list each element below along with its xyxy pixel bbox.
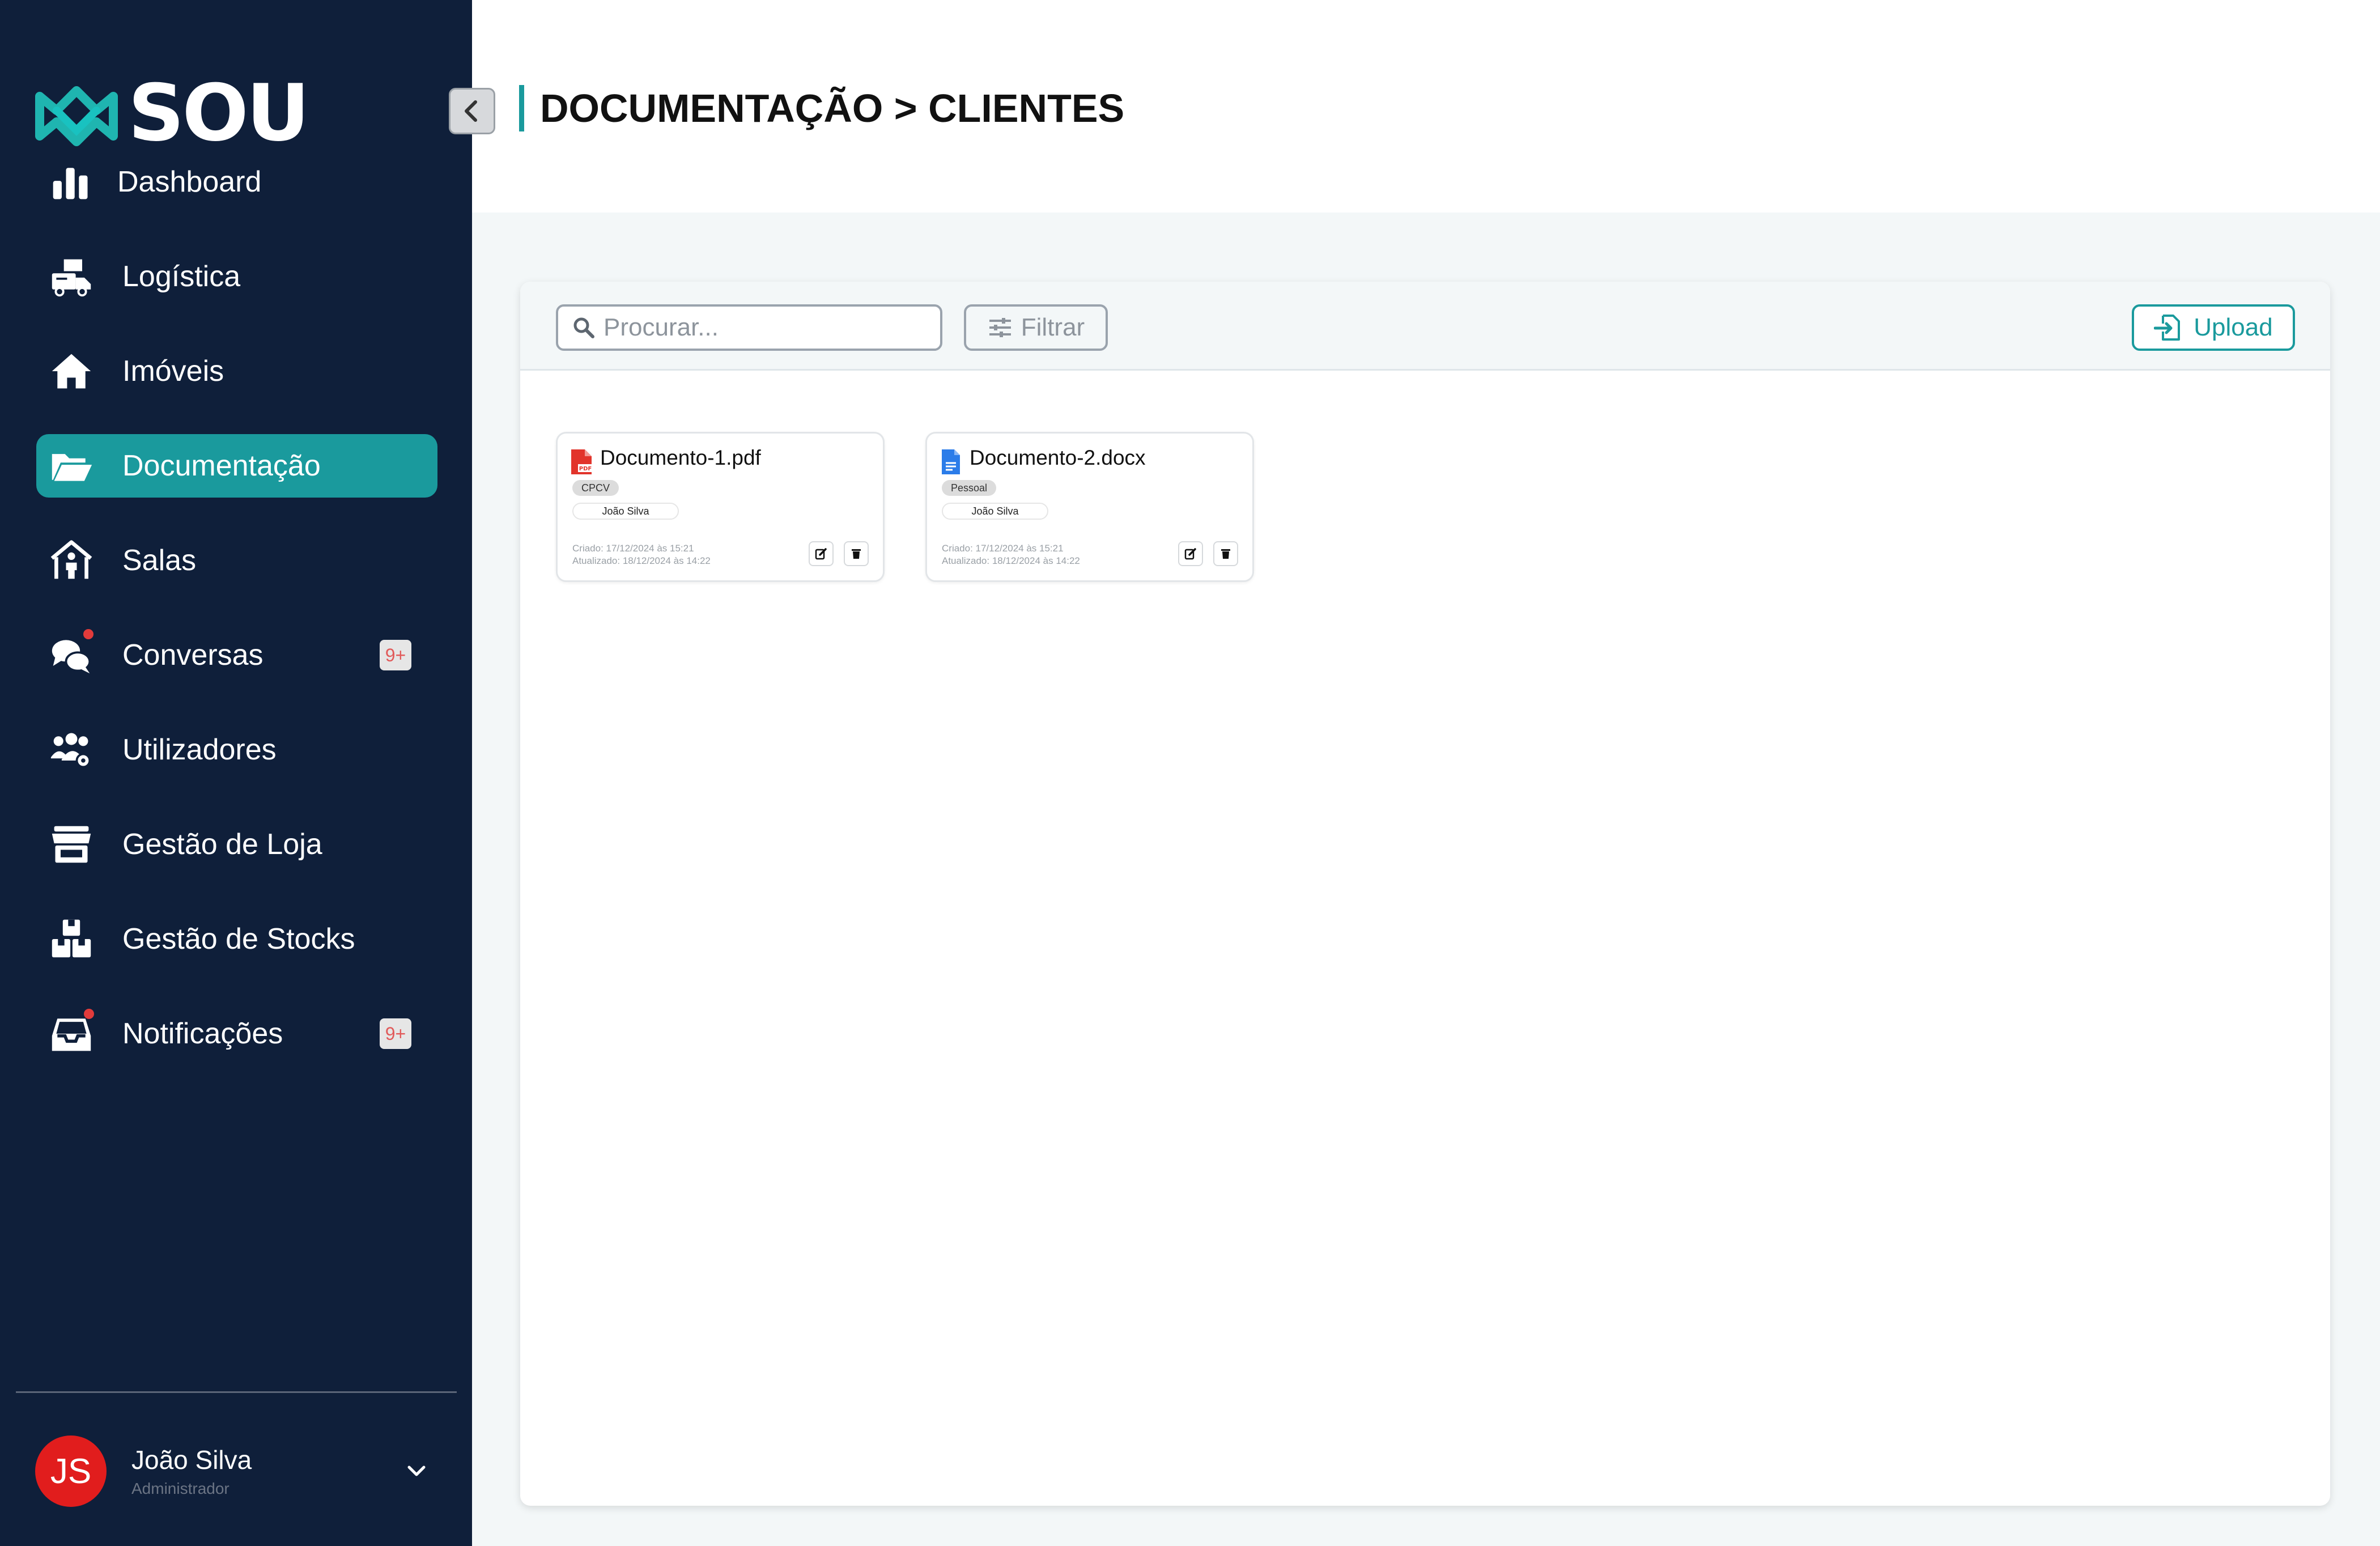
sidebar-item-dashboard[interactable]: Dashboard: [36, 150, 437, 214]
avatar: JS: [35, 1435, 107, 1507]
sidebar-item-gestao-de-stocks[interactable]: Gestão de Stocks: [36, 907, 437, 971]
chevron-down-icon[interactable]: [401, 1456, 432, 1486]
delete-button[interactable]: [1213, 541, 1238, 566]
sidebar-item-salas[interactable]: Salas: [36, 529, 437, 592]
sidebar-item-label: Logística: [122, 260, 241, 293]
logo-mark-icon: [35, 86, 118, 146]
sidebar-item-label: Imóveis: [122, 355, 224, 388]
sliders-icon: [989, 318, 1011, 337]
store-icon: [49, 822, 94, 867]
edit-icon: [1184, 548, 1196, 560]
sidebar-divider: [16, 1391, 457, 1393]
document-card[interactable]: Documento-2.docx Pessoal João Silva Cria…: [925, 432, 1254, 582]
search-box[interactable]: [556, 304, 942, 351]
edit-icon: [815, 548, 827, 560]
user-profile[interactable]: JS João Silva Administrador: [35, 1435, 432, 1507]
chat-icon: [49, 632, 94, 678]
document-tag: CPCV: [572, 480, 619, 496]
document-name: Documento-1.pdf: [600, 446, 761, 469]
document-card[interactable]: PDF Documento-1.pdf CPCV João Silva Cria…: [556, 432, 885, 582]
sidebar: SOU Dashboard Logística Imóveis Document…: [0, 0, 472, 1546]
sidebar-item-label: Documentação: [122, 449, 321, 482]
user-role: Administrador: [131, 1480, 230, 1497]
document-dates: Criado: 17/12/2024 às 15:21 Atualizado: …: [572, 542, 711, 567]
edit-button[interactable]: [1178, 541, 1203, 566]
truck-box-icon: [49, 254, 94, 299]
sidebar-item-notificacoes[interactable]: Notificações 9+: [36, 1002, 437, 1065]
document-owner: João Silva: [942, 503, 1048, 520]
logo-text: SOU: [128, 67, 310, 159]
title-accent-bar: [519, 85, 524, 131]
document-name: Documento-2.docx: [970, 446, 1146, 469]
upload-button[interactable]: Upload: [2132, 304, 2295, 351]
document-owner: João Silva: [572, 503, 679, 520]
unread-dot: [83, 629, 94, 639]
document-tag: Pessoal: [942, 480, 997, 496]
users-gear-icon: [49, 727, 94, 772]
document-updated: Atualizado: 18/12/2024 às 14:22: [572, 555, 711, 566]
app-logo[interactable]: SOU: [34, 67, 310, 159]
house-icon: [49, 349, 94, 394]
upload-label: Upload: [2194, 313, 2273, 341]
sidebar-item-label: Utilizadores: [122, 733, 277, 766]
filter-label: Filtrar: [1021, 313, 1085, 341]
document-updated: Atualizado: 18/12/2024 às 14:22: [942, 555, 1080, 566]
sidebar-item-label: Salas: [122, 544, 197, 577]
document-created: Criado: 17/12/2024 às 15:21: [942, 543, 1064, 554]
sidebar-item-imoveis[interactable]: Imóveis: [36, 339, 437, 403]
sidebar-item-utilizadores[interactable]: Utilizadores: [36, 718, 437, 782]
trash-icon: [1221, 549, 1230, 559]
pdf-file-icon: PDF: [571, 449, 593, 474]
document-dates: Criado: 17/12/2024 às 15:21 Atualizado: …: [942, 542, 1080, 567]
trash-icon: [852, 549, 861, 559]
documents-toolbar: Filtrar Upload: [520, 282, 2330, 371]
sidebar-item-gestao-de-loja[interactable]: Gestão de Loja: [36, 813, 437, 876]
filter-button[interactable]: Filtrar: [964, 304, 1108, 351]
file-import-icon: [2154, 315, 2181, 341]
sidebar-item-label: Notificações: [122, 1017, 283, 1050]
sidebar-item-documentacao[interactable]: Documentação: [36, 434, 437, 498]
unread-dot: [84, 1009, 94, 1019]
documents-panel: Filtrar Upload PDF Documento-1.pdf CPCV …: [520, 282, 2330, 1506]
chevron-left-icon: [465, 100, 477, 122]
search-input[interactable]: [604, 313, 921, 342]
sidebar-item-label: Gestão de Stocks: [122, 923, 355, 955]
document-created: Criado: 17/12/2024 às 15:21: [572, 543, 694, 554]
sidebar-nav: Dashboard Logística Imóveis Documentação…: [36, 150, 437, 1097]
unread-badge: 9+: [380, 640, 411, 670]
sidebar-item-label: Dashboard: [117, 165, 262, 198]
delete-button[interactable]: [844, 541, 869, 566]
edit-button[interactable]: [809, 541, 834, 566]
word-file-icon: [942, 449, 960, 474]
room-icon: [49, 538, 94, 583]
unread-badge: 9+: [380, 1018, 411, 1049]
search-icon: [573, 317, 594, 338]
sidebar-item-logistica[interactable]: Logística: [36, 245, 437, 308]
collapse-sidebar-button[interactable]: [449, 88, 495, 134]
user-info: João Silva Administrador: [131, 1445, 252, 1498]
folder-open-icon: [49, 443, 94, 489]
boxes-icon: [49, 916, 94, 962]
svg-text:PDF: PDF: [579, 466, 592, 472]
sidebar-item-label: Conversas: [122, 639, 264, 672]
breadcrumb: DOCUMENTAÇÃO > CLIENTES: [540, 86, 1125, 130]
bar-chart-icon: [49, 159, 94, 205]
sidebar-item-conversas[interactable]: Conversas 9+: [36, 623, 437, 687]
sidebar-item-label: Gestão de Loja: [122, 828, 322, 861]
user-name: João Silva: [131, 1445, 252, 1475]
